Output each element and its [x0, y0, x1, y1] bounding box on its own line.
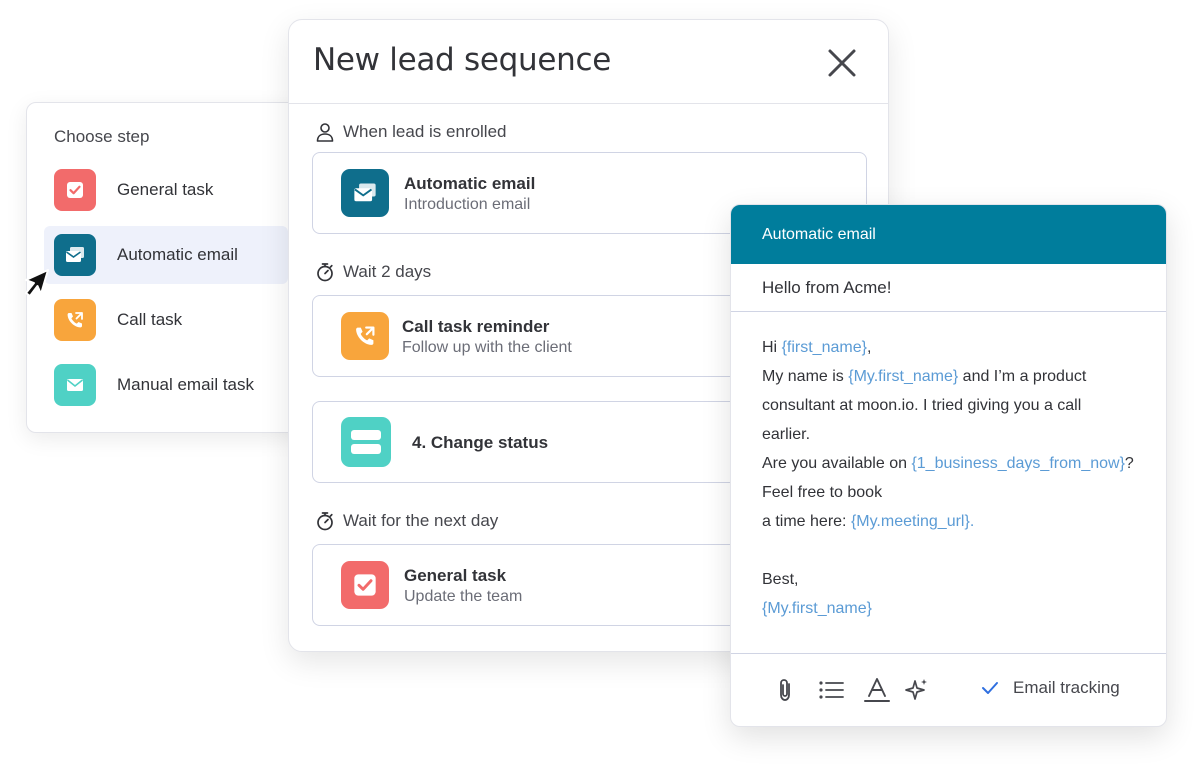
card-subtitle: Introduction email [404, 196, 531, 213]
card-subtitle: Update the team [404, 588, 523, 605]
sparkle-icon[interactable] [903, 676, 931, 704]
mouse-pointer-icon [25, 269, 49, 297]
email-tracking-toggle[interactable]: Email tracking [981, 678, 1120, 698]
step-general-task[interactable]: General task [44, 161, 288, 219]
email-subject-text: Hello from Acme! [762, 278, 892, 297]
body-line: consultant at moon.io. I tried giving yo… [762, 391, 1162, 420]
close-icon[interactable] [825, 46, 859, 80]
sequence-label-enrolled: When lead is enrolled [315, 122, 506, 142]
body-text: Feel free to book [762, 484, 883, 501]
body-text: , [866, 339, 872, 356]
template-variable: {first_name} [781, 339, 867, 356]
email-toolbar: Email tracking [731, 653, 1166, 726]
sequence-label-wait-next-day: Wait for the next day [315, 511, 498, 531]
email-header: Automatic email [731, 205, 1166, 264]
choose-step-panel: Choose step General task Automatic email… [26, 102, 316, 433]
step-label: Call task [117, 310, 183, 329]
card-title: Call task reminder [402, 317, 550, 336]
step-call-task[interactable]: Call task [44, 291, 288, 349]
email-editor-panel: Automatic email Hello from Acme! Hi {fir… [730, 204, 1167, 727]
paperclip-icon[interactable] [771, 676, 799, 704]
body-text: Best, [762, 571, 799, 588]
modal-title: New lead sequence [313, 42, 611, 78]
body-text: Are you available on [762, 455, 912, 472]
body-text: My name is [762, 368, 849, 385]
email-body-editor[interactable]: Hi {first_name}, My name is {My.first_na… [762, 333, 1162, 623]
body-text: consultant at moon.io. I tried giving yo… [762, 397, 1082, 414]
body-line: a time here: {My.meeting_url}. [762, 507, 1162, 536]
stopwatch-icon [317, 512, 333, 531]
body-line: Hi {first_name}, [762, 333, 1162, 362]
email-subject-field[interactable]: Hello from Acme! [731, 264, 1166, 312]
step-manual-email-task[interactable]: Manual email task [44, 356, 288, 414]
text-format-icon[interactable] [863, 676, 891, 704]
choose-step-title: Choose step [54, 127, 150, 146]
body-line: earlier. [762, 420, 1162, 449]
phone-icon [54, 299, 96, 341]
envelope-icon [54, 364, 96, 406]
stopwatch-icon [317, 263, 333, 282]
email-stack-icon [54, 234, 96, 276]
email-stack-icon [341, 169, 389, 217]
body-text: Hi [762, 339, 782, 356]
template-variable: {My.meeting_url}. [850, 513, 975, 530]
step-label: Automatic email [117, 245, 238, 264]
status-icon [341, 417, 391, 467]
email-tracking-label: Email tracking [1013, 678, 1120, 697]
body-line: Feel free to book [762, 478, 1162, 507]
body-text: earlier. [762, 426, 811, 443]
step-label: General task [117, 180, 214, 199]
body-text: a time here: [762, 513, 851, 530]
body-line: {My.first_name} [762, 594, 1162, 623]
body-line: Are you available on {1_business_days_fr… [762, 449, 1162, 478]
list-icon[interactable] [817, 676, 845, 704]
body-text: and I’m a product [958, 368, 1087, 385]
phone-icon [341, 312, 389, 360]
card-title: Automatic email [404, 174, 536, 193]
template-variable: {My.first_name} [848, 368, 959, 385]
sequence-label-text: Wait 2 days [343, 262, 432, 281]
sequence-label-text: Wait for the next day [343, 511, 499, 530]
body-line: Best, [762, 565, 1162, 594]
checkbox-icon [54, 169, 96, 211]
body-line: My name is {My.first_name} and I’m a pro… [762, 362, 1162, 391]
body-blank-line [762, 536, 1162, 565]
body-text: ? [1124, 455, 1134, 472]
email-header-title: Automatic email [762, 226, 876, 243]
person-icon [316, 123, 334, 142]
step-automatic-email[interactable]: Automatic email [44, 226, 288, 284]
step-label: Manual email task [117, 375, 255, 394]
template-variable: {1_business_days_from_now} [911, 455, 1125, 472]
card-title: 4. Change status [412, 433, 549, 452]
sequence-label-wait-2-days: Wait 2 days [315, 262, 431, 282]
checkbox-icon [341, 561, 389, 609]
modal-header: New lead sequence [289, 20, 888, 104]
sequence-label-text: When lead is enrolled [343, 122, 507, 141]
card-subtitle: Follow up with the client [402, 339, 572, 356]
card-title: General task [404, 566, 507, 585]
template-variable: {My.first_name} [762, 600, 872, 617]
checkmark-icon [981, 681, 999, 695]
